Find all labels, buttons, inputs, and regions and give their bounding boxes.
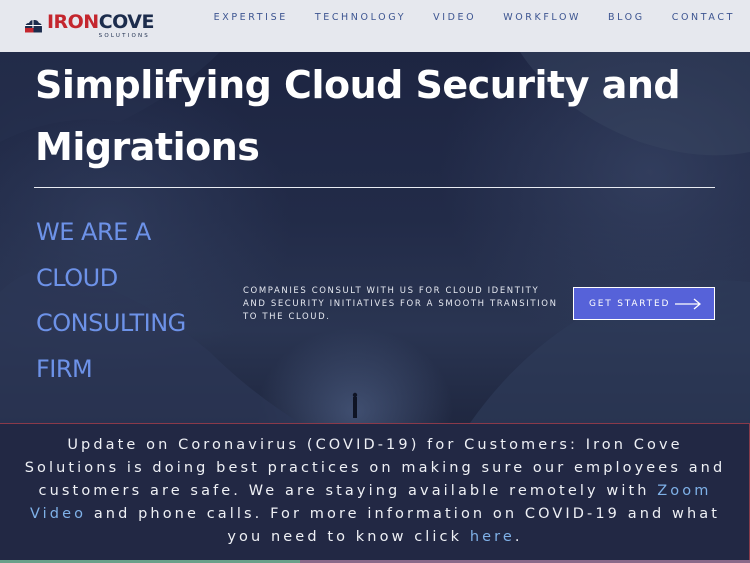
hero-section: Simplifying Cloud Security and Migration…: [0, 52, 750, 423]
hero-description: COMPANIES CONSULT WITH US FOR CLOUD IDEN…: [243, 286, 558, 322]
nav-technology[interactable]: TECHNOLOGY: [315, 12, 406, 23]
arrow-right-icon: [675, 298, 701, 310]
covid-notice: Update on Coronavirus (COVID-19) for Cus…: [0, 423, 750, 563]
brand-logo[interactable]: IRONCOVE SOLUTIONS: [24, 8, 155, 44]
main-nav: EXPERTISE TECHNOLOGY VIDEO WORKFLOW BLOG…: [187, 12, 735, 23]
get-started-label: GET STARTED: [589, 298, 671, 309]
cloud-shield-logo-icon: [24, 19, 42, 33]
nav-workflow[interactable]: WORKFLOW: [503, 12, 581, 23]
nav-contact[interactable]: CONTACT: [672, 12, 735, 23]
covid-notice-text: Update on Coronavirus (COVID-19) for Cus…: [24, 437, 726, 545]
get-started-button[interactable]: GET STARTED: [573, 287, 715, 320]
hero-divider: [34, 187, 715, 188]
nav-expertise[interactable]: EXPERTISE: [214, 12, 288, 23]
nav-blog[interactable]: BLOG: [608, 12, 645, 23]
site-header: IRONCOVE SOLUTIONS EXPERTISE TECHNOLOGY …: [0, 0, 750, 52]
nav-video[interactable]: VIDEO: [433, 12, 476, 23]
here-link[interactable]: here: [470, 529, 515, 545]
hero-tagline: WE ARE A CLOUD CONSULTING FIRM: [36, 218, 186, 383]
hero-title: Simplifying Cloud Security and Migration…: [35, 63, 681, 169]
logo-subtitle: SOLUTIONS: [98, 32, 150, 39]
logo-wordmark: IRONCOVE: [46, 10, 155, 33]
person-silhouette: [352, 392, 358, 418]
